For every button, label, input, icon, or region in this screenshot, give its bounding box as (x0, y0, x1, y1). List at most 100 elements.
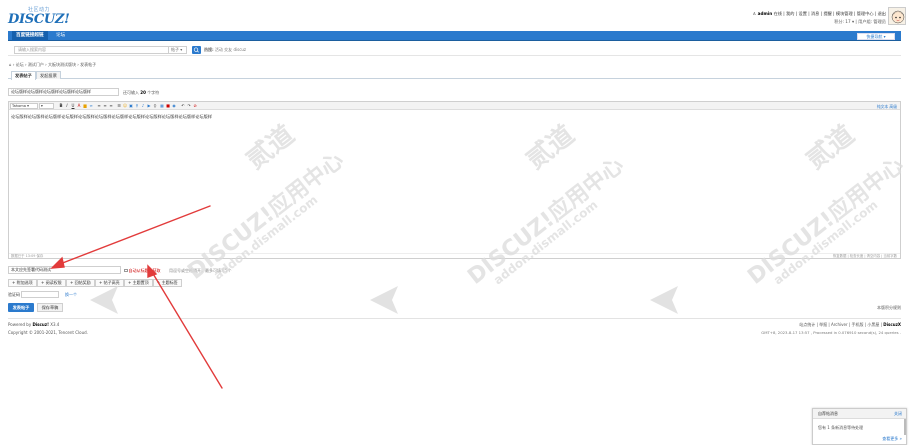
site-logo[interactable]: 社区动力 DISCUZ! (8, 6, 70, 28)
post-editor: Tahoma ▾ ▾ B I U A ▆ ∞ ≡ ≡ ≡ ☰ ☺ ▣ ⚲ ♪ ▶… (8, 101, 901, 259)
hot-word[interactable]: 活动 (215, 47, 223, 52)
auto-tag-toggle[interactable]: 自动从标题中获取 (124, 268, 161, 274)
font-color-icon[interactable]: A (77, 103, 81, 109)
font-size-select[interactable]: ▾ (39, 103, 54, 109)
hot-word[interactable]: 交友 (224, 47, 232, 52)
remove-format-icon[interactable]: ⊘ (193, 103, 197, 109)
avatar[interactable] (888, 7, 906, 25)
breadcrumb-item[interactable]: 大板块测试版块 (48, 62, 76, 67)
align-right-icon[interactable]: ≡ (109, 103, 113, 109)
breadcrumb-item[interactable]: 测试门户 (28, 62, 44, 67)
breadcrumb: ⌂ › 论坛 › 测试门户 › 大板块测试版块 › 发表帖子 (9, 62, 97, 67)
main-navbar: 百度链接超链 论坛 快捷导航 ▾ (8, 31, 901, 41)
popup-close-button[interactable]: 关闭 (894, 409, 902, 419)
quote-icon[interactable]: ◉ (172, 103, 176, 109)
footer-link-report[interactable]: 举报 (819, 322, 827, 327)
popup-scrollbar[interactable] (904, 419, 906, 435)
video-icon[interactable]: ▶ (147, 103, 151, 109)
usergroup-link[interactable]: 用户组: 管理员 (858, 19, 886, 24)
code-icon[interactable]: ⟨⟩ (153, 103, 157, 109)
footer-link-mobile[interactable]: 手机版 (852, 322, 864, 327)
plain-text-mode-link[interactable]: 纯文本 (877, 104, 888, 109)
image-icon[interactable]: ▣ (129, 103, 133, 109)
footer-link-blacklist[interactable]: 小黑屋 (867, 322, 879, 327)
powered-prefix: Powered by (8, 322, 32, 327)
option-label: 帖子高亮 (103, 280, 120, 285)
list-icon[interactable]: ☰ (117, 103, 121, 109)
italic-icon[interactable]: I (65, 103, 69, 109)
credit-rules-link[interactable]: 本版积分规则 (877, 305, 901, 311)
subject-input[interactable]: 论坛版样论坛版样论坛版样论坛版样论坛版样 (8, 88, 119, 96)
breadcrumb-item[interactable]: 论坛 (16, 62, 24, 67)
background-color-icon[interactable]: ▆ (83, 103, 87, 109)
userbar-item-logout[interactable]: 退出 (878, 11, 886, 16)
nav-item-forum[interactable]: 论坛 (52, 31, 69, 41)
option-read-perm-button[interactable]: + 阅读权限 (37, 279, 66, 287)
captcha-input[interactable] (21, 291, 59, 298)
option-sticky-button[interactable]: + 主题置顶 (124, 279, 153, 287)
underline-icon[interactable]: U (71, 103, 75, 109)
search-button[interactable] (192, 46, 201, 54)
link-icon[interactable]: ∞ (89, 103, 93, 109)
smiley-icon[interactable]: ☺ (123, 103, 127, 109)
server-timing: GMT+8, 2023-8-17 13:57 , Processed in 0.… (761, 330, 901, 335)
editor-tools-links[interactable]: 恢复数据 | 检查长度 | 清空内容 | 当前字数 (833, 254, 897, 259)
username-link[interactable]: admin (758, 11, 773, 16)
hot-word[interactable]: discuz (233, 47, 246, 52)
search-bar: 请输入搜索内容 帖子 ▾ 热搜: 活动 交友 discuz (8, 44, 901, 56)
auto-tag-label: 自动从标题中获取 (128, 267, 161, 273)
advanced-mode-link[interactable]: 高级 (889, 104, 897, 109)
option-label: 主题标签 (161, 280, 178, 285)
notification-popup: 自荐帖消息 关闭 您有 1 条新消息等待处理 查看更多 » (812, 408, 907, 445)
redo-icon[interactable]: ↷ (187, 103, 191, 109)
popup-message[interactable]: 您有 1 条新消息等待处理 (813, 419, 906, 437)
footer-link-stats[interactable]: 站点统计 (799, 322, 815, 327)
userbar-item-modules[interactable]: 模块管理 (836, 11, 853, 16)
userbar-item-admincp[interactable]: 管理中心 (857, 11, 874, 16)
option-label: 附加选项 (16, 280, 33, 285)
align-left-icon[interactable]: ≡ (97, 103, 101, 109)
userbar-item-notice[interactable]: 提醒 (823, 11, 831, 16)
bold-icon[interactable]: B (59, 103, 63, 109)
footer-brand[interactable]: DiscuzX (883, 322, 901, 327)
tab-new-thread[interactable]: 发表帖子 (11, 71, 36, 80)
submit-post-button[interactable]: 发表帖子 (8, 303, 34, 312)
align-center-icon[interactable]: ≡ (103, 103, 107, 109)
userbar-item-settings[interactable]: 设置 (799, 11, 807, 16)
option-highlight-button[interactable]: + 帖子高亮 (95, 279, 124, 287)
nav-item-baidu-link[interactable]: 百度链接超链 (12, 31, 48, 41)
editor-mode-links: 纯文本 高级 (877, 104, 897, 110)
table-icon[interactable]: ▦ (160, 103, 164, 109)
auto-tag-checkbox[interactable] (124, 268, 128, 273)
user-credits-bar: 积分: 17 ▾ | 用户组: 管理员 (834, 19, 886, 24)
option-reply-reward-button[interactable]: + 回帖奖励 (66, 279, 95, 287)
font-family-select[interactable]: Tahoma ▾ (10, 103, 38, 109)
annotation-arrow-line (151, 271, 223, 389)
tab-new-poll[interactable]: 发起投票 (36, 71, 61, 79)
footer-links: 站点统计 | 举报 | Archiver | 手机版 | 小黑屋 | Discu… (799, 322, 901, 327)
quick-nav-button[interactable]: 快捷导航 ▾ (857, 32, 895, 40)
save-draft-button[interactable]: 保存草稿 (37, 303, 63, 312)
powered-name-link[interactable]: Discuz! (32, 322, 48, 327)
search-type-select[interactable]: 帖子 ▾ (168, 46, 187, 54)
attachment-icon[interactable]: ⚲ (135, 103, 139, 109)
userbar-item-messages[interactable]: 消息 (811, 11, 819, 16)
search-input[interactable]: 请输入搜索内容 (14, 46, 169, 54)
popup-more-link[interactable]: 查看更多 » (882, 436, 902, 442)
flash-icon[interactable]: ■ (166, 103, 170, 109)
option-extra-button[interactable]: + 附加选项 (8, 279, 37, 287)
tag-input[interactable]: 本文应先签署代码测试 (8, 266, 121, 274)
music-icon[interactable]: ♪ (141, 103, 145, 109)
popup-title: 自荐帖消息 (818, 411, 838, 416)
credits-link[interactable]: 积分: 17 (834, 19, 850, 24)
editor-content[interactable]: 论坛版样论坛版样论坛版样论坛版样论坛版样论坛版样论坛版样论坛版样论坛版样论坛版样… (11, 114, 212, 120)
footer-link-archiver[interactable]: Archiver (831, 322, 848, 327)
userbar-item-online[interactable]: 在线 (774, 11, 782, 16)
user-toolbar: ♙ admin 在线 | 我的 | 设置 | 消息 | 提醒 | 模块管理 | … (752, 11, 886, 16)
undo-icon[interactable]: ↶ (181, 103, 185, 109)
captcha-change-link[interactable]: 换一个 (65, 292, 77, 298)
powered-version: X3.4 (50, 322, 60, 327)
userbar-item-mine[interactable]: 我的 (786, 11, 794, 16)
home-icon[interactable]: ⌂ (9, 62, 12, 67)
option-thread-tag-button[interactable]: + 主题标签 (153, 279, 182, 287)
